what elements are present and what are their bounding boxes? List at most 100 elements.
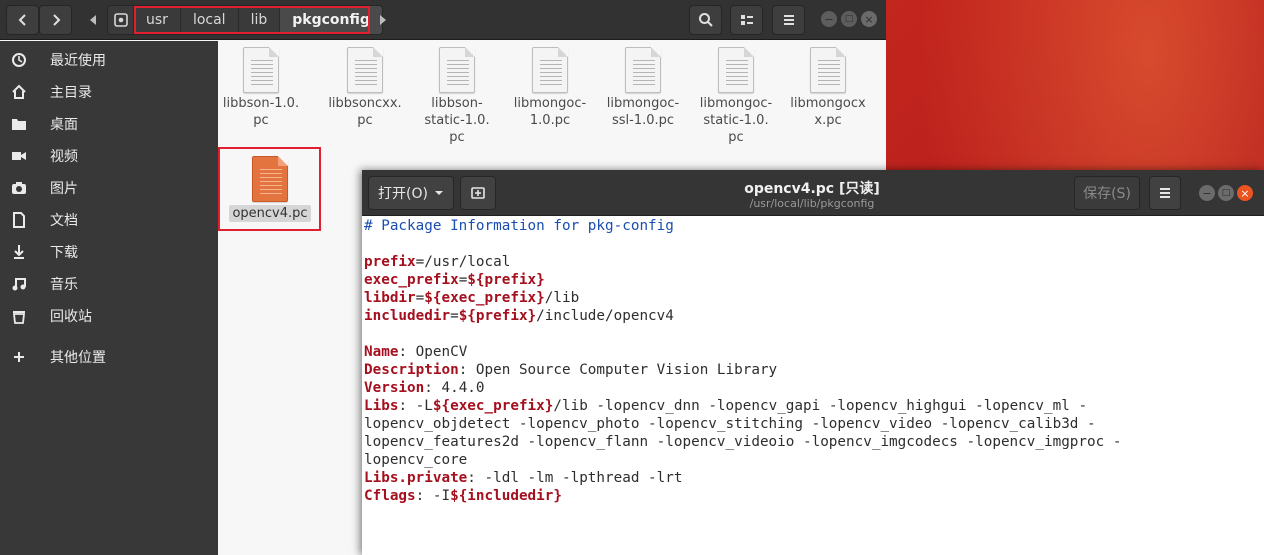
sidebar-item-videos[interactable]: 视频 (0, 140, 218, 172)
code-token: lopencv_features2d -lopencv_flann -lopen… (364, 434, 1122, 450)
breadcrumb-scroll-right[interactable] (376, 5, 390, 35)
close-button[interactable]: × (1237, 185, 1253, 201)
sidebar-item-trash[interactable]: 回收站 (0, 300, 218, 332)
file-libmongoc-ssl[interactable]: libmongoc-ssl-1.0.pc (600, 47, 686, 129)
code-line: Name: OpenCV (364, 343, 1260, 361)
code-line: Cflags: -I${includedir} (364, 487, 1260, 505)
minimize-button[interactable]: − (1199, 185, 1215, 201)
code-token: Libs.private (364, 470, 468, 486)
code-line: Description: Open Source Computer Vision… (364, 361, 1260, 379)
file-libbson-static[interactable]: libbson-static-1.0. pc (414, 47, 500, 146)
breadcrumb: usr local lib pkgconfig (107, 5, 383, 35)
view-list-icon (740, 15, 753, 25)
sidebar-item-music[interactable]: 音乐 (0, 268, 218, 300)
code-token: =/usr/local (415, 254, 511, 270)
sidebar-item-home[interactable]: 主目录 (0, 76, 218, 108)
code-token: Libs (364, 398, 399, 414)
code-token: : OpenCV (398, 344, 468, 360)
text-file-icon (347, 47, 383, 93)
code-token: Cflags (364, 488, 416, 504)
close-icon: × (1240, 186, 1250, 200)
folder-icon (12, 119, 26, 130)
text-file-icon (718, 47, 754, 93)
breadcrumb-usr[interactable]: usr (134, 6, 181, 34)
sidebar-item-label: 文档 (50, 213, 78, 229)
menu-button[interactable] (1149, 176, 1181, 210)
code-token: Version (364, 380, 425, 396)
sidebar: 最近使用 主目录 桌面 视频 图片 文档 下载 音乐 回收站 其他位置 (0, 41, 218, 555)
music-icon (12, 278, 26, 291)
code-line: # Package Information for pkg-config (364, 217, 1260, 235)
search-button[interactable] (689, 5, 722, 35)
text-file-icon (532, 47, 568, 93)
download-icon (14, 245, 24, 259)
forward-button[interactable] (39, 5, 72, 35)
minimize-icon: − (824, 12, 834, 26)
editor-headerbar: 打开(O) opencv4.pc [只读] /usr/local/lib/pkg… (362, 170, 1264, 216)
search-icon (698, 13, 713, 27)
code-token: /include/opencv4 (536, 308, 674, 324)
hamburger-icon (783, 15, 794, 25)
file-name: libmongocx x.pc (790, 96, 866, 128)
minimize-button[interactable]: − (821, 11, 837, 27)
file-name: libbson-static-1.0. pc (424, 96, 490, 145)
code-token: : Open Source Computer Vision Library (458, 362, 778, 378)
sidebar-item-desktop[interactable]: 桌面 (0, 108, 218, 140)
new-document-icon (471, 187, 485, 199)
file-libmongocxx[interactable]: libmongocx x.pc (785, 47, 871, 129)
text-file-icon (439, 47, 475, 93)
code-editor[interactable]: # Package Information for pkg-config pre… (364, 217, 1260, 553)
sidebar-item-label: 视频 (50, 149, 78, 165)
file-libbsoncxx[interactable]: libbsoncxx. pc (322, 47, 408, 129)
window-subtitle: /usr/local/lib/pkgconfig (749, 197, 875, 210)
view-options-button[interactable] (730, 5, 763, 35)
sidebar-item-label: 其他位置 (50, 350, 106, 366)
sidebar-item-documents[interactable]: 文档 (0, 204, 218, 236)
save-button[interactable]: 保存(S) (1074, 176, 1140, 210)
breadcrumb-pkgconfig[interactable]: pkgconfig (280, 6, 382, 34)
code-token: # Package Information for pkg-config (364, 218, 674, 234)
code-token: libdir (364, 290, 416, 306)
code-line: Version: 4.4.0 (364, 379, 1260, 397)
camera-icon (12, 182, 26, 194)
code-line: libdir=${exec_prefix}/lib (364, 289, 1260, 307)
new-tab-button[interactable] (460, 176, 496, 210)
code-token: = (450, 308, 459, 324)
back-button[interactable] (6, 5, 39, 35)
breadcrumb-scroll-left[interactable] (86, 5, 100, 35)
menu-button[interactable] (772, 5, 805, 35)
triangle-left-icon (90, 15, 96, 25)
sidebar-item-pictures[interactable]: 图片 (0, 172, 218, 204)
code-line: lopencv_objdetect -lopencv_photo -lopenc… (364, 415, 1260, 433)
drive-icon (113, 13, 128, 27)
code-line: includedir=${prefix}/include/opencv4 (364, 307, 1260, 325)
code-token: ${includedir} (450, 488, 562, 504)
file-libbson-1-0[interactable]: libbson-1.0. pc (218, 47, 304, 129)
code-token: lopencv_objdetect -lopencv_photo -lopenc… (364, 416, 1096, 432)
file-libmongoc-1-0[interactable]: libmongoc- 1.0.pc (507, 47, 593, 129)
maximize-button[interactable]: □ (841, 11, 857, 27)
maximize-icon: □ (1221, 187, 1231, 198)
code-token: includedir (364, 308, 451, 324)
plus-icon (14, 352, 24, 362)
open-button[interactable]: 打开(O) (368, 176, 454, 210)
breadcrumb-lib[interactable]: lib (239, 6, 281, 34)
file-name: libmongoc-static-1.0. pc (699, 96, 773, 145)
text-file-icon (252, 156, 288, 202)
breadcrumb-root[interactable] (108, 6, 134, 34)
code-line: lopencv_core (364, 451, 1260, 469)
file-opencv4[interactable]: opencv4.pc (227, 156, 313, 222)
document-icon (13, 212, 25, 228)
maximize-button[interactable]: □ (1218, 185, 1234, 201)
sidebar-item-recent[interactable]: 最近使用 (0, 44, 218, 76)
code-token: lopencv_core (364, 452, 468, 468)
video-icon (12, 152, 26, 160)
sidebar-item-label: 最近使用 (50, 53, 106, 69)
close-button[interactable]: × (861, 11, 877, 27)
file-libmongoc-static[interactable]: libmongoc-static-1.0. pc (693, 47, 779, 146)
breadcrumb-local[interactable]: local (181, 6, 239, 34)
sidebar-item-other-locations[interactable]: 其他位置 (0, 341, 218, 373)
sidebar-item-downloads[interactable]: 下载 (0, 236, 218, 268)
